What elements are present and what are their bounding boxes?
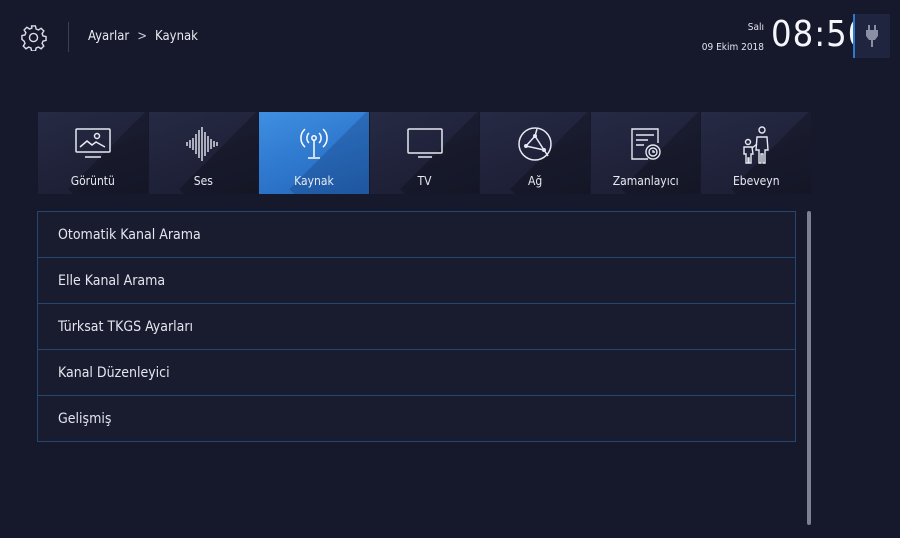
menu-item-label: Gelişmiş xyxy=(58,411,112,427)
menu-item-channel-editor[interactable]: Kanal Düzenleyici xyxy=(37,349,796,395)
gear-icon[interactable] xyxy=(20,24,47,51)
breadcrumb-item-source: Kaynak xyxy=(155,29,198,44)
tab-tv[interactable]: TV xyxy=(369,112,480,194)
network-icon xyxy=(518,127,552,161)
source-menu-list: Otomatik Kanal Arama Elle Kanal Arama Tü… xyxy=(37,211,796,442)
tab-label: Kaynak xyxy=(294,174,334,188)
tab-label: Görüntü xyxy=(70,174,115,188)
tab-source[interactable]: Kaynak xyxy=(259,112,369,194)
tab-label: TV xyxy=(417,174,432,188)
breadcrumb: Ayarlar > Kaynak xyxy=(88,29,198,44)
tab-label: Zamanlayıcı xyxy=(612,174,679,188)
date-label: 09 Ekim 2018 xyxy=(701,42,764,53)
category-tabs: Görüntü Ses Kaynak TV Ağ Zamanlayıcı Ebe… xyxy=(38,112,812,194)
tab-picture[interactable]: Görüntü xyxy=(38,112,148,194)
top-bar: Ayarlar > Kaynak Salı 09 Ekim 2018 08:50 xyxy=(0,0,900,75)
menu-item-label: Elle Kanal Arama xyxy=(58,273,166,289)
parental-icon xyxy=(743,126,770,164)
tab-timer[interactable]: Zamanlayıcı xyxy=(590,112,701,194)
breadcrumb-item-settings[interactable]: Ayarlar xyxy=(88,29,129,44)
menu-item-auto-channel-search[interactable]: Otomatik Kanal Arama xyxy=(37,211,796,257)
breadcrumb-separator: > xyxy=(137,29,148,44)
antenna-icon xyxy=(300,128,328,159)
menu-item-turksat-tkgs-settings[interactable]: Türksat TKGS Ayarları xyxy=(37,303,796,349)
tv-icon xyxy=(406,128,443,158)
menu-item-label: Kanal Düzenleyici xyxy=(58,365,170,381)
tab-label: Ağ xyxy=(527,174,543,188)
scrollbar[interactable] xyxy=(807,211,811,525)
tab-label: Ses xyxy=(193,174,213,188)
tab-label: Ebeveyn xyxy=(732,174,780,188)
menu-item-advanced[interactable]: Gelişmiş xyxy=(37,395,796,442)
plug-icon xyxy=(866,25,878,47)
menu-item-label: Türksat TKGS Ayarları xyxy=(58,319,194,335)
header-divider xyxy=(68,22,69,52)
day-label: Salı xyxy=(747,22,764,33)
menu-item-label: Otomatik Kanal Arama xyxy=(58,227,201,243)
timer-icon xyxy=(630,128,661,160)
tab-parental[interactable]: Ebeveyn xyxy=(701,112,812,194)
connection-status xyxy=(853,14,890,58)
sound-wave-icon xyxy=(186,127,219,161)
menu-item-manual-channel-search[interactable]: Elle Kanal Arama xyxy=(37,257,796,303)
tab-sound[interactable]: Ses xyxy=(148,112,259,194)
tab-network[interactable]: Ağ xyxy=(480,112,590,194)
picture-icon xyxy=(75,128,111,158)
